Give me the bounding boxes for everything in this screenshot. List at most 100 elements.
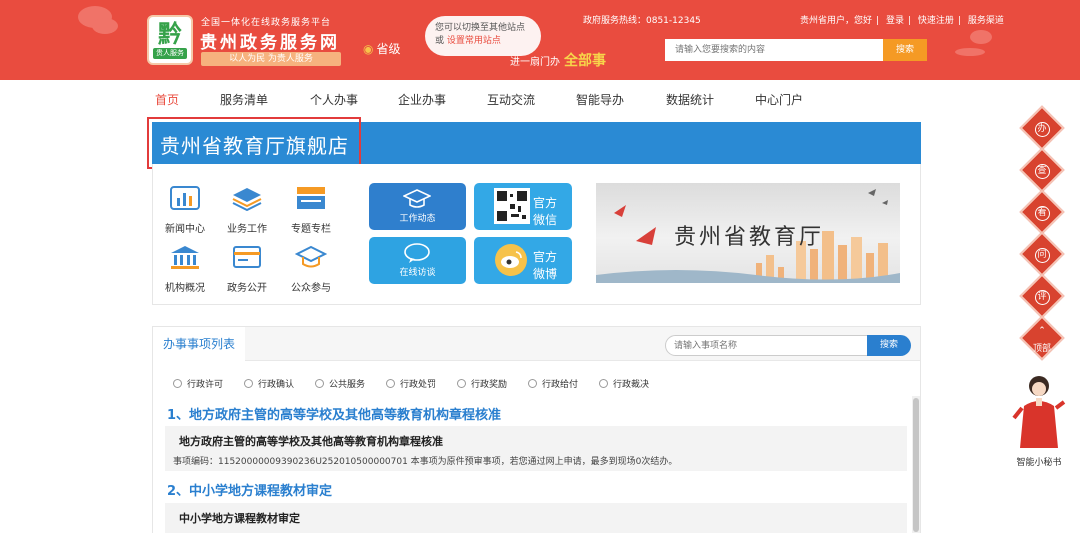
filter-public-service[interactable]: 公共服务 <box>315 377 365 390</box>
gov-affairs-link[interactable]: 政务公开 <box>219 244 275 294</box>
graduation-cap-icon <box>403 189 431 208</box>
business-work-link[interactable]: 业务工作 <box>219 185 275 235</box>
user-greeting: 贵州省用户，您好 <box>800 16 873 26</box>
float-label: 评 <box>1026 280 1058 312</box>
view-icon: 看 <box>1034 206 1050 221</box>
decor-cloud <box>955 48 985 56</box>
filter-label: 行政确认 <box>258 380 295 390</box>
online-interview-tile[interactable]: 在线访谈 <box>369 237 466 284</box>
official-wechat-tile[interactable]: 官方微信 <box>474 183 572 230</box>
service-channel-link[interactable]: 服务渠道 <box>968 16 1004 26</box>
item-name[interactable]: 地方政府主管的高等学校及其他高等教育机构章程核准 <box>179 433 443 449</box>
bubble-line2: 或 设置常用站点 <box>435 35 531 48</box>
list-scrollbar[interactable] <box>912 396 920 533</box>
official-wechat-label: 官方微信 <box>532 196 557 227</box>
site-search-button[interactable]: 搜索 <box>883 39 927 61</box>
ask-icon: 问 <box>1034 248 1050 263</box>
radio-icon <box>599 379 608 388</box>
register-link[interactable]: 快速注册 <box>918 16 954 26</box>
nav-service-list[interactable]: 服务清单 <box>220 91 268 108</box>
nav-smart-guide[interactable]: 智能导办 <box>576 91 624 108</box>
set-favorite-site-link[interactable]: 设置常用站点 <box>447 36 501 46</box>
news-center-label: 新闻中心 <box>165 224 205 235</box>
login-link[interactable]: 登录 <box>886 16 904 26</box>
layers-icon <box>232 188 262 212</box>
radio-icon <box>386 379 395 388</box>
section-title[interactable]: 2、中小学地方课程教材审定 <box>167 480 332 499</box>
separator: | <box>876 16 880 26</box>
nav-enterprise[interactable]: 企业办事 <box>398 91 446 108</box>
site-search-input[interactable] <box>665 39 883 61</box>
scrollbar-thumb[interactable] <box>913 398 919 532</box>
institution-link[interactable]: 机构概况 <box>157 244 213 294</box>
service-search-button[interactable]: 搜索 <box>867 335 911 356</box>
folder-icon <box>297 187 325 209</box>
official-weibo-label: 官方微博 <box>532 250 557 281</box>
tab-service-list[interactable]: 办事事项列表 <box>153 327 245 362</box>
float-label: 看 <box>1026 196 1058 228</box>
nav-home[interactable]: 首页 <box>155 91 179 108</box>
public-participation-link[interactable]: 公众参与 <box>283 244 339 294</box>
site-slogan: 以人为民 为贵人服务 <box>201 52 341 66</box>
education-dept-banner[interactable]: 贵州省教育厅 <box>596 183 900 283</box>
filter-ruling[interactable]: 行政裁决 <box>599 377 649 390</box>
site-title[interactable]: 贵州政务服务网 <box>200 28 340 53</box>
section-title[interactable]: 1、地方政府主管的高等学校及其他高等教育机构章程核准 <box>167 404 501 423</box>
item-name[interactable]: 中小学地方课程教材审定 <box>179 510 300 526</box>
online-interview-label: 在线访谈 <box>399 268 436 278</box>
work-news-tile[interactable]: 工作动态 <box>369 183 466 230</box>
nav-interaction[interactable]: 互动交流 <box>487 91 535 108</box>
qr-code-icon <box>494 188 530 224</box>
site-logo[interactable]: 黔 贵人服务 <box>147 15 193 65</box>
location-pin-icon: ◉ <box>363 42 374 56</box>
chat-bubble-icon <box>404 243 430 263</box>
filter-label: 公共服务 <box>329 380 366 390</box>
bubble-line1: 您可以切换至其他站点 <box>435 23 526 33</box>
official-weibo-tile[interactable]: 官方微博 <box>474 237 572 284</box>
filter-label: 行政裁决 <box>613 380 650 390</box>
business-work-label: 业务工作 <box>227 224 267 235</box>
location-label: 省级 <box>376 42 401 56</box>
nav-statistics[interactable]: 数据统计 <box>666 91 714 108</box>
radio-icon <box>173 379 182 388</box>
promo-prefix: 进一扇门办 <box>510 57 560 68</box>
filter-confirmation[interactable]: 行政确认 <box>244 377 294 390</box>
decor-cloud <box>92 18 118 34</box>
news-center-link[interactable]: 新闻中心 <box>157 185 213 235</box>
main-nav: 首页 服务清单 个人办事 企业办事 互动交流 智能导办 数据统计 中心门户 <box>0 80 1080 117</box>
special-topics-link[interactable]: 专题专栏 <box>283 185 339 235</box>
site-header: 黔 贵人服务 全国一体化在线政务服务平台 贵州政务服务网 以人为民 为贵人服务 … <box>0 0 1080 80</box>
float-label: 查 <box>1026 154 1058 186</box>
filter-penalty[interactable]: 行政处罚 <box>386 377 436 390</box>
radio-icon <box>244 379 253 388</box>
filter-license[interactable]: 行政许可 <box>173 377 223 390</box>
chevron-up-icon: ⌃ <box>1038 326 1046 336</box>
location-switch[interactable]: ◉ 省级 <box>363 40 401 57</box>
filter-payment[interactable]: 行政给付 <box>528 377 578 390</box>
gov-affairs-label: 政务公开 <box>227 283 267 294</box>
separator: | <box>907 16 911 26</box>
assistant-avatar-icon[interactable] <box>1010 372 1068 452</box>
radio-icon <box>457 379 466 388</box>
service-list-panel: 办事事项列表 搜索 行政许可 行政确认 公共服务 行政处罚 行政奖励 行政给付 … <box>152 326 921 533</box>
filter-label: 行政许可 <box>187 380 224 390</box>
filter-label: 行政奖励 <box>471 380 508 390</box>
nav-center-portal[interactable]: 中心门户 <box>755 91 803 108</box>
promo-highlight: 全部事 <box>564 53 606 69</box>
list-item[interactable]: 中小学地方课程教材审定 <box>165 503 907 533</box>
filter-label: 行政给付 <box>542 380 579 390</box>
radio-icon <box>528 379 537 388</box>
chart-icon <box>170 186 200 210</box>
banner-text: 贵州省教育厅 <box>674 225 825 250</box>
radio-icon <box>315 379 324 388</box>
evaluate-icon: 评 <box>1034 290 1050 305</box>
promo-slogan: 进一扇门办 全部事 <box>510 50 606 70</box>
assistant-label[interactable]: 智能小秘书 <box>1002 455 1076 468</box>
weibo-icon <box>495 244 527 276</box>
top-links: 贵州省用户，您好 | 登录 | 快速注册 | 服务渠道 <box>800 13 1008 26</box>
list-item[interactable]: 地方政府主管的高等学校及其他高等教育机构章程核准 事项编码：1152000000… <box>165 426 907 471</box>
back-to-top-label: 顶部 <box>1032 344 1051 354</box>
nav-personal[interactable]: 个人办事 <box>310 91 358 108</box>
service-search-input[interactable] <box>665 335 869 356</box>
filter-reward[interactable]: 行政奖励 <box>457 377 507 390</box>
